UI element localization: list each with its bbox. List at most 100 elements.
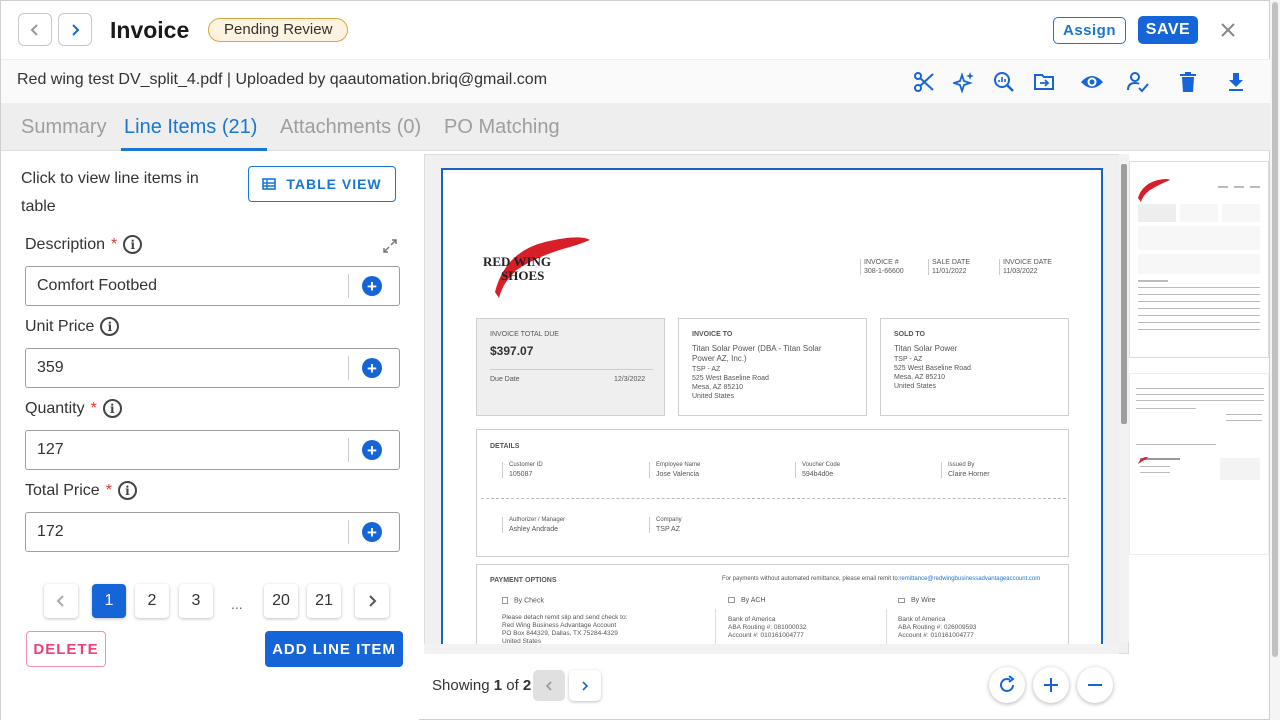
check-line: Red Wing Business Advantage Account xyxy=(502,622,617,629)
table-view-label: TABLE VIEW xyxy=(286,176,382,192)
invoice-page: RED WING SHOES INVOICE # 308-1-66600 SAL… xyxy=(441,168,1103,646)
page-scroll-thumb[interactable] xyxy=(1272,2,1278,657)
preview-button[interactable] xyxy=(1079,69,1105,95)
expand-icon[interactable] xyxy=(382,238,398,254)
invoice-date-block: INVOICE DATE 11/03/2022 xyxy=(999,259,1052,275)
quantity-field[interactable]: 127 + xyxy=(25,430,400,470)
total-pages: 2 xyxy=(522,677,532,694)
required-marker: * xyxy=(111,235,118,253)
chevron-left-icon xyxy=(30,23,38,36)
invoice-date-label: INVOICE DATE xyxy=(1003,259,1052,266)
description-field[interactable]: Comfort Footbed + xyxy=(25,266,400,306)
company-block: Company TSP AZ xyxy=(649,517,682,533)
wire-line: Account #: 010161004777 xyxy=(898,632,974,639)
thumbnail-preview xyxy=(1136,388,1264,480)
by-ach-label: By ACH xyxy=(728,597,766,604)
add-icon[interactable]: + xyxy=(362,276,382,296)
company-value: TSP AZ xyxy=(656,526,680,533)
page-button[interactable]: 1 xyxy=(92,584,126,618)
info-icon[interactable]: i xyxy=(100,317,120,336)
page-ellipsis: ... xyxy=(231,596,243,612)
viewer-prev-page-button[interactable] xyxy=(533,670,565,701)
showing-label: Showing xyxy=(432,677,490,694)
tab-line-items[interactable]: Line Items (21) xyxy=(124,116,257,139)
trash-icon xyxy=(1180,72,1196,92)
invoice-to-line: TSP - AZ xyxy=(692,366,721,373)
tab-po-matching[interactable]: PO Matching xyxy=(444,116,560,139)
invoice-to-box: INVOICE TO Titan Solar Power (DBA - Tita… xyxy=(678,318,867,416)
ach-line: ABA Routing #: 081000032 xyxy=(728,624,807,631)
field-divider xyxy=(348,438,349,462)
viewer-next-page-button[interactable] xyxy=(569,670,601,701)
employee-value: Jose Valencia xyxy=(656,471,700,478)
analyze-button[interactable] xyxy=(991,69,1017,95)
previous-invoice-button[interactable] xyxy=(18,13,52,46)
viewer-horizontal-scrollbar[interactable] xyxy=(424,644,1119,654)
field-divider xyxy=(348,356,349,380)
ai-extract-button[interactable] xyxy=(951,69,977,95)
info-icon[interactable]: i xyxy=(102,399,122,418)
zoom-in-button[interactable] xyxy=(1033,667,1069,703)
due-date-value: 12/3/2022 xyxy=(614,376,646,383)
wire-line: Bank of America xyxy=(898,616,946,623)
description-label: Description * i xyxy=(25,235,143,254)
unit-price-field[interactable]: 359 + xyxy=(25,348,400,388)
delete-invoice-button[interactable] xyxy=(1175,69,1201,95)
close-icon xyxy=(1221,23,1235,37)
sold-to-line: United States xyxy=(894,383,937,390)
ach-line: Bank of America xyxy=(728,616,776,623)
required-marker: * xyxy=(90,399,97,417)
prev-line-item-button[interactable] xyxy=(44,584,78,618)
split-button[interactable] xyxy=(911,69,937,95)
info-icon[interactable]: i xyxy=(123,235,143,254)
invoice-window: Invoice Pending Review Assign SAVE Red w… xyxy=(0,0,1271,721)
document-viewer[interactable]: RED WING SHOES INVOICE # 308-1-66600 SAL… xyxy=(424,154,1129,654)
thumbnail-page-2[interactable] xyxy=(1129,373,1269,555)
tab-attachments[interactable]: Attachments (0) xyxy=(280,116,421,139)
table-view-button[interactable]: TABLE VIEW xyxy=(248,166,396,202)
approver-button[interactable] xyxy=(1125,69,1151,95)
minus-icon xyxy=(1088,684,1102,686)
download-button[interactable] xyxy=(1223,69,1249,95)
dashed-divider xyxy=(481,498,1066,499)
authorizer-block: Authorizer / Manager Ashley Andrade xyxy=(502,517,565,533)
save-button[interactable]: SAVE xyxy=(1138,16,1198,44)
details-label: DETAILS xyxy=(490,443,520,450)
info-icon[interactable]: i xyxy=(117,481,137,500)
payment-email-link[interactable]: remittance@redwingbusinessadvantageaccou… xyxy=(899,576,1040,582)
page-button[interactable]: 21 xyxy=(307,584,341,618)
thumbnail-page-1[interactable] xyxy=(1129,161,1269,358)
page-button[interactable]: 3 xyxy=(179,584,213,618)
line-item-form: Click to view line items in table TABLE … xyxy=(1,151,419,721)
zoom-out-button[interactable] xyxy=(1077,667,1113,703)
employee-label: Employee Name xyxy=(656,462,701,468)
next-line-item-button[interactable] xyxy=(355,584,389,618)
page-button[interactable]: 20 xyxy=(264,584,298,618)
viewer-scroll-thumb[interactable] xyxy=(1121,164,1127,424)
wire-details: Bank of America ABA Routing #: 026009593… xyxy=(898,616,976,640)
total-price-field[interactable]: 172 + xyxy=(25,512,400,552)
move-button[interactable] xyxy=(1031,69,1057,95)
assign-button[interactable]: Assign xyxy=(1053,17,1126,44)
payment-note-text: For payments without automated remittanc… xyxy=(722,576,900,582)
customer-id-label: Customer ID xyxy=(509,462,543,468)
sale-date-value: 11/01/2022 xyxy=(932,268,967,275)
total-due-value: $397.07 xyxy=(490,344,534,358)
delete-line-item-button[interactable]: DELETE xyxy=(26,631,106,667)
plus-icon xyxy=(1044,678,1058,692)
add-line-item-button[interactable]: ADD LINE ITEM xyxy=(265,631,403,667)
rotate-button[interactable] xyxy=(989,667,1025,703)
next-invoice-button[interactable] xyxy=(58,13,92,46)
sale-date-block: SALE DATE 11/01/2022 xyxy=(928,259,970,275)
unit-price-label: Unit Price i xyxy=(25,317,120,336)
add-icon[interactable]: + xyxy=(362,522,382,542)
add-icon[interactable]: + xyxy=(362,358,382,378)
tab-summary[interactable]: Summary xyxy=(21,116,107,139)
move-folder-icon xyxy=(1034,74,1054,90)
page-button[interactable]: 2 xyxy=(135,584,169,618)
thumbnail-preview xyxy=(1138,179,1260,330)
close-button[interactable] xyxy=(1216,18,1240,42)
add-icon[interactable]: + xyxy=(362,440,382,460)
total-due-label: INVOICE TOTAL DUE xyxy=(490,331,559,338)
rotate-icon xyxy=(1000,675,1015,692)
